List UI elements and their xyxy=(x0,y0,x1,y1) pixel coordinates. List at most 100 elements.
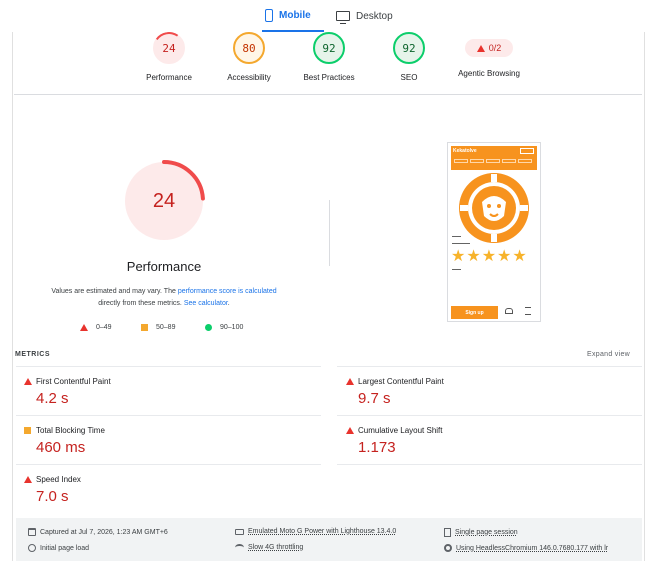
star-icon: ★ xyxy=(497,248,512,265)
device-tabs: Mobile Desktop xyxy=(0,0,657,32)
metrics-header: METRICS xyxy=(15,351,50,358)
wifi-icon xyxy=(235,544,244,551)
emulated-device[interactable]: Emulated Moto G Power with Lighthouse 13… xyxy=(235,528,396,535)
thumb-text-line: ▬▬▬ xyxy=(452,267,461,271)
final-screenshot[interactable]: Kekatolve ▬▬▬ ▬▬▬▬▬▬ ★ ★ ★ ★ ★ ▬▬▬ Sign up xyxy=(447,142,541,322)
device-icon xyxy=(235,528,244,535)
metric-value: 9.7 s xyxy=(358,390,391,407)
fail-triangle-icon xyxy=(476,44,485,52)
thumb-text-line: ▬▬▬▬▬▬ xyxy=(452,241,470,245)
tab-desktop-label: Desktop xyxy=(356,10,393,22)
panel-border-right xyxy=(644,32,645,561)
gauge-best-practices[interactable]: 92 Best Practices xyxy=(303,32,355,82)
note-text: Values are estimated and may vary. The xyxy=(51,288,178,295)
star-icon: ★ xyxy=(451,248,466,265)
chrome-icon xyxy=(444,544,452,552)
gauge-label: Agentic Browsing xyxy=(458,69,520,78)
tab-mobile-label: Mobile xyxy=(279,9,311,21)
pass-circle-icon xyxy=(205,324,212,331)
divider xyxy=(329,200,330,266)
page-load: Initial page load xyxy=(28,544,89,552)
thumb-menu-icon xyxy=(525,307,531,315)
divider xyxy=(337,415,642,416)
thumb-text-line: ▬▬▬ xyxy=(452,234,461,238)
thumb-user-icon xyxy=(505,308,513,314)
metric-value: 460 ms xyxy=(36,439,86,456)
gauge-accessibility[interactable]: 80 Accessibility xyxy=(227,32,271,82)
smartphone-icon xyxy=(265,8,273,22)
gauge-score: 92 xyxy=(393,32,425,64)
fail-triangle-icon xyxy=(346,378,354,385)
captured-at-text: Captured at Jul 7, 2026, 1:23 AM GMT+6 xyxy=(40,528,168,536)
gauge-label: SEO xyxy=(400,73,418,82)
metric-name: Speed Index xyxy=(36,475,81,484)
divider xyxy=(14,94,642,95)
see-calculator-link[interactable]: See calculator xyxy=(184,300,228,307)
gauge-score: 80 xyxy=(233,32,265,64)
expand-view-button[interactable]: Expand view xyxy=(587,351,630,358)
metric-value: 1.173 xyxy=(358,439,396,456)
gauge-seo[interactable]: 92 SEO xyxy=(389,32,429,82)
tab-desktop[interactable]: Desktop xyxy=(336,0,402,32)
gauge-agentic-browsing[interactable]: 0/2 Agentic Browsing xyxy=(454,32,524,78)
gauge-performance[interactable]: 24 Performance xyxy=(146,32,192,82)
session-type-text: Single page session xyxy=(455,529,518,536)
score-calculated-link[interactable]: performance score is calculated xyxy=(178,288,277,295)
gauge-score: 92 xyxy=(313,32,345,64)
session-type[interactable]: Single page session xyxy=(444,528,518,537)
page-load-text: Initial page load xyxy=(40,544,90,552)
thumb-nav xyxy=(451,159,537,167)
throttling-text: Slow 4G throttling xyxy=(248,544,304,551)
legend-average: 50–89 xyxy=(141,324,175,331)
captured-at: Captured at Jul 7, 2026, 1:23 AM GMT+6 xyxy=(28,528,168,536)
browser-version[interactable]: Using HeadlessChromium 146.0.7680.177 wi… xyxy=(444,544,608,552)
throttling[interactable]: Slow 4G throttling xyxy=(235,544,303,551)
score-legend: 0–49 50–89 90–100 xyxy=(80,324,260,336)
browser-version-text: Using HeadlessChromium 146.0.7680.177 wi… xyxy=(456,544,609,552)
performance-title: Performance xyxy=(126,259,202,274)
average-square-icon xyxy=(141,324,148,331)
fail-triangle-icon xyxy=(80,324,88,331)
lion-chip-image xyxy=(459,173,529,243)
thumb-rating-stars: ★ ★ ★ ★ ★ xyxy=(451,249,527,265)
fail-triangle-icon xyxy=(24,476,32,483)
divider xyxy=(337,464,642,465)
average-square-icon xyxy=(24,427,31,434)
metric-name: Largest Contentful Paint xyxy=(358,377,444,386)
document-icon xyxy=(444,528,451,537)
agentic-badge-value: 0/2 xyxy=(488,43,502,53)
legend-label: 0–49 xyxy=(96,324,112,331)
legend-label: 50–89 xyxy=(156,324,176,331)
agentic-badge: 0/2 xyxy=(465,39,513,57)
fail-triangle-icon xyxy=(24,378,32,385)
legend-label: 90–100 xyxy=(220,324,244,331)
thumb-header-button xyxy=(520,148,534,154)
gauge-label: Accessibility xyxy=(227,73,271,82)
timer-icon xyxy=(28,544,36,552)
fail-triangle-icon xyxy=(346,427,354,434)
metric-name: First Contentful Paint xyxy=(36,377,111,386)
monitor-icon xyxy=(336,11,350,24)
metric-value: 7.0 s xyxy=(36,488,69,505)
divider xyxy=(16,464,321,465)
divider xyxy=(337,366,642,367)
runtime-settings: Captured at Jul 7, 2026, 1:23 AM GMT+6 E… xyxy=(16,518,642,561)
legend-fail: 0–49 xyxy=(80,324,112,331)
category-gauges: 24 Performance 80 Accessibility 92 Best … xyxy=(0,32,657,94)
performance-note: Values are estimated and may vary. The p… xyxy=(30,286,298,310)
panel-border-left xyxy=(12,32,13,561)
divider xyxy=(16,366,321,367)
gauge-score: 24 xyxy=(153,32,185,64)
metric-value: 4.2 s xyxy=(36,390,69,407)
star-icon: ★ xyxy=(481,248,497,265)
metric-name: Cumulative Layout Shift xyxy=(358,426,443,435)
gauge-label: Performance xyxy=(146,73,192,82)
star-icon: ★ xyxy=(466,248,481,265)
emulated-device-text: Emulated Moto G Power with Lighthouse 13… xyxy=(248,528,397,535)
note-text: . xyxy=(227,300,230,307)
performance-score: 24 xyxy=(152,189,176,212)
tab-mobile[interactable]: Mobile xyxy=(262,0,324,32)
divider xyxy=(16,415,321,416)
star-icon: ★ xyxy=(512,248,527,265)
thumb-signup-button: Sign up xyxy=(451,306,498,319)
